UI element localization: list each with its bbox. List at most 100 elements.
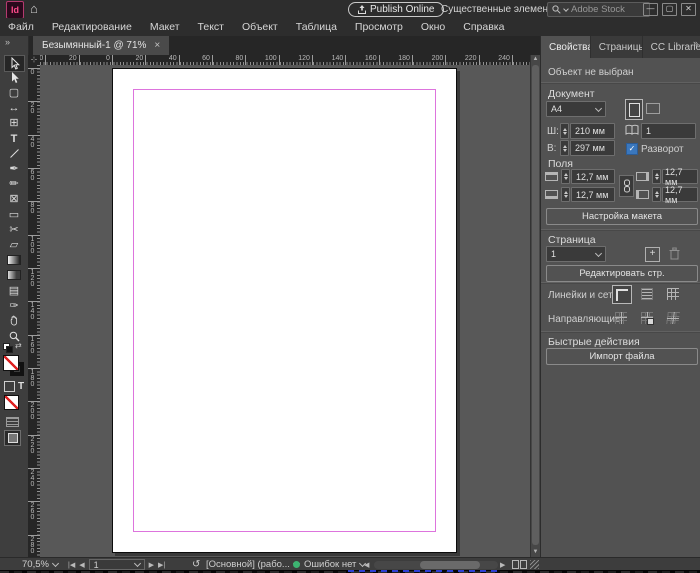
width-stepper[interactable] [560,123,569,139]
close-tab-icon[interactable]: × [154,40,160,51]
margin-top-stepper[interactable] [561,169,570,184]
gradient-swatch-tool[interactable] [5,253,23,268]
horizontal-ruler[interactable]: 4020020406080100120140160180200220240 [40,55,531,65]
page-tool[interactable]: ▢ [5,85,23,100]
direct-selection-tool[interactable] [5,70,23,85]
formatting-affects-container-icon[interactable] [4,381,15,392]
panel-tab-cc-libraries[interactable]: CC Libraries [643,36,700,58]
pen-tool[interactable]: ✒ [5,161,23,176]
free-transform-tool[interactable]: ▱ [5,237,23,252]
fill-color-well-none[interactable] [3,355,19,371]
last-page-icon[interactable]: ▶| [158,561,165,569]
adobe-stock-search-input[interactable]: Adobe Stock [547,2,650,17]
pencil-tool[interactable]: ✏ [5,177,23,192]
margin-outside-field[interactable]: 12,7 мм [662,167,698,187]
show-rulers-button[interactable] [612,285,632,304]
maximize-button[interactable]: ▢ [662,3,677,16]
prev-page-icon[interactable]: ◀ [79,561,84,569]
type-tool[interactable]: T [5,131,23,146]
default-fill-stroke-icon[interactable] [3,343,13,353]
margin-bottom-stepper[interactable] [561,187,570,202]
height-field[interactable]: 297 мм [570,140,615,156]
horizontal-scrollbar[interactable] [374,561,498,569]
document-tab[interactable]: Безымянный-1 @ 71% × [33,36,170,55]
baseline-grid-button[interactable] [638,285,656,302]
edit-page-button[interactable]: Редактировать стр. [546,265,698,282]
page-number-field[interactable]: 1 [88,559,145,570]
menu-help[interactable]: Справка [454,18,513,36]
ruler-origin-corner[interactable]: ⊹ [28,55,40,65]
orientation-portrait-button[interactable] [625,99,643,120]
margin-inside-field[interactable]: 12,7 мм [662,185,698,205]
h-ruler-label: 80 [235,55,244,62]
search-scope-chevron-icon [563,5,569,12]
orientation-landscape-button[interactable] [645,99,661,118]
fit-spread-icon[interactable] [512,560,527,569]
add-page-icon[interactable]: + [645,247,660,262]
close-button[interactable]: ✕ [681,3,696,16]
scroll-down-icon[interactable]: ▼ [531,548,540,557]
margin-inside-stepper[interactable] [652,187,661,202]
pasteboard[interactable] [40,65,531,557]
menu-edit[interactable]: Редактирование [43,18,141,36]
vertical-scrollbar[interactable]: ▲ ▼ [530,55,540,557]
link-margins-icon[interactable] [619,175,634,197]
gradient-feather-tool[interactable] [5,268,23,283]
menu-window[interactable]: Окно [412,18,454,36]
h-ruler-tick [378,55,380,65]
menu-layout[interactable]: Макет [141,18,189,36]
indesign-logo-icon[interactable]: Id [6,1,24,19]
pages-count-field[interactable]: 1 [641,123,696,139]
margin-top-field[interactable]: 12,7 мм [571,169,615,184]
gap-tool[interactable]: ↔ [5,101,23,116]
horizontal-scroll-thumb[interactable] [420,561,480,569]
margin-bottom-field[interactable]: 12,7 мм [571,187,615,202]
note-tool[interactable]: ▤ [5,283,23,298]
hand-tool[interactable] [5,313,23,328]
first-page-icon[interactable]: |◀ [68,561,75,569]
screen-mode-button[interactable] [4,430,21,446]
width-field[interactable]: 210 мм [570,123,615,139]
vertical-ruler[interactable]: 0 2 0 4 0 6 0 8 0 1 0 0 1 2 0 1 4 0 1 6 0 1 8 0 2 … [28,65,40,557]
line-tool[interactable] [5,146,23,161]
document-page[interactable] [112,68,457,553]
margin-outside-stepper[interactable] [652,169,661,184]
facing-pages-checkbox[interactable]: ✓ [626,143,638,155]
show-guides-button[interactable] [612,309,630,326]
menu-object[interactable]: Объект [233,18,287,36]
toolbar-expand-icon[interactable]: » [5,37,10,47]
resize-grip[interactable] [530,560,539,569]
delete-page-icon[interactable] [669,247,680,260]
height-stepper[interactable] [560,140,569,156]
home-icon[interactable]: ⌂ [30,0,38,18]
panel-expand-icon[interactable]: » [693,38,698,48]
scroll-up-icon[interactable]: ▲ [531,55,540,64]
lock-guides-button[interactable] [638,309,656,326]
minimize-button[interactable]: — [643,3,658,16]
panel-tab-properties[interactable]: Свойства [541,36,591,58]
page-size-select[interactable]: A4 [546,101,606,117]
menu-file[interactable]: Файл [0,18,43,36]
panel-tab-pages[interactable]: Страницы [591,36,643,58]
next-page-icon[interactable]: ▶ [149,561,154,569]
formatting-affects-text-icon[interactable]: T [18,381,24,392]
menu-table[interactable]: Таблица [287,18,346,36]
current-page-select[interactable]: 1 [546,246,606,262]
color-theme-tool[interactable]: ✑ [5,298,23,313]
v-ruler-tick [28,301,40,303]
apply-none-swatch[interactable] [4,395,19,410]
menu-view[interactable]: Просмотр [346,18,412,36]
smart-guides-button[interactable] [664,309,682,326]
vertical-scroll-thumb[interactable] [532,65,539,545]
menu-type[interactable]: Текст [189,18,233,36]
document-grid-button[interactable] [664,285,682,302]
adjust-layout-button[interactable]: Настройка макета [546,208,698,225]
scissors-tool[interactable]: ✂ [5,222,23,237]
rectangle-frame-tool[interactable]: ⊠ [5,192,23,207]
publish-online-button[interactable]: Publish Online [348,2,445,17]
swap-fill-stroke-icon[interactable]: ⇄ [15,341,22,350]
rectangle-tool[interactable]: ▭ [5,207,23,222]
view-options-icon[interactable] [6,417,19,427]
content-collector-tool[interactable]: ⊞ [5,116,23,131]
import-file-button[interactable]: Импорт файла [546,348,698,365]
